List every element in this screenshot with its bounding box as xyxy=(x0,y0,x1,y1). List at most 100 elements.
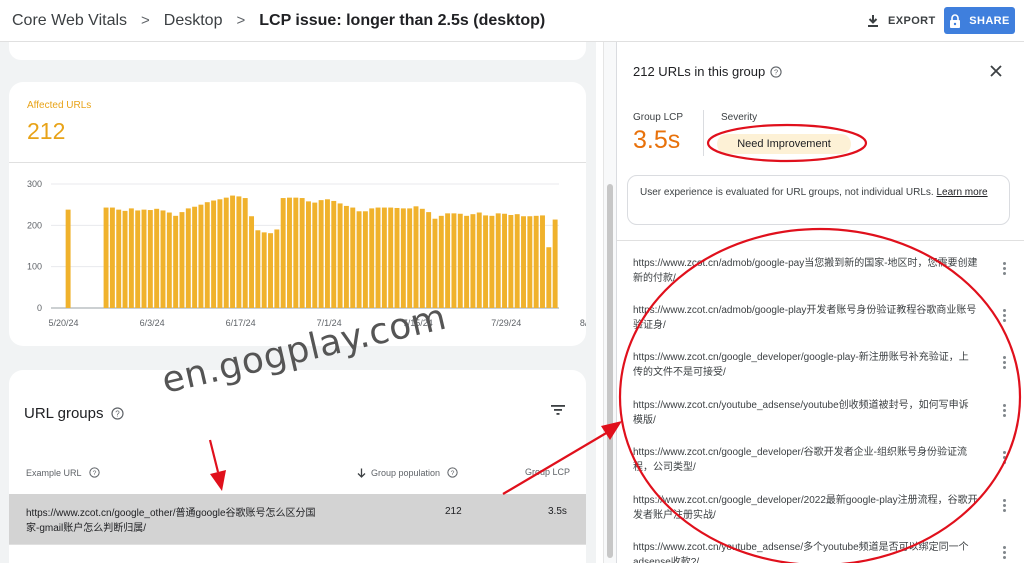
list-item[interactable]: https://www.zcot.cn/google_developer/谷歌开… xyxy=(633,445,978,475)
more-vert-icon[interactable] xyxy=(1003,404,1007,419)
chart-bar[interactable] xyxy=(407,208,413,308)
chart-bar[interactable] xyxy=(362,211,368,308)
chart-bar[interactable] xyxy=(413,206,419,308)
more-vert-icon[interactable] xyxy=(1003,546,1007,561)
chart-bar[interactable] xyxy=(287,197,292,308)
chart-bar[interactable] xyxy=(552,219,558,308)
chart-bar[interactable] xyxy=(527,216,533,308)
chart-bar[interactable] xyxy=(483,215,489,308)
chart-bar[interactable] xyxy=(451,213,457,308)
chart-bar[interactable] xyxy=(211,200,217,308)
chart-bar[interactable] xyxy=(489,215,495,308)
chart-bar[interactable] xyxy=(343,205,349,308)
chart-bar[interactable] xyxy=(230,195,236,308)
chart-bar[interactable] xyxy=(502,213,507,308)
help-circle-icon[interactable]: ? xyxy=(88,467,100,478)
chart-bar[interactable] xyxy=(457,213,463,308)
chart-bar[interactable] xyxy=(65,209,71,308)
chart-bar[interactable] xyxy=(369,208,375,308)
filter-icon[interactable] xyxy=(550,403,566,417)
list-item[interactable]: https://www.zcot.cn/admob/google-play开发者… xyxy=(633,303,978,333)
close-icon[interactable] xyxy=(989,64,1003,78)
chart-bar[interactable] xyxy=(204,202,210,308)
chart-bar[interactable] xyxy=(388,207,394,308)
share-button[interactable]: SHARE xyxy=(944,7,1015,34)
chart-bar[interactable] xyxy=(122,210,128,308)
list-item[interactable]: https://www.zcot.cn/youtube_adsense/多个yo… xyxy=(633,540,978,563)
chart-bar[interactable] xyxy=(324,199,330,308)
chart-bar[interactable] xyxy=(312,202,318,308)
more-vert-icon[interactable] xyxy=(1003,356,1007,371)
chart-bar[interactable] xyxy=(109,207,115,308)
chart-bar[interactable] xyxy=(464,215,470,308)
list-item[interactable]: https://www.zcot.cn/admob/google-pay当您搬到… xyxy=(633,256,978,286)
chart-bar[interactable] xyxy=(356,211,362,308)
chart-bar[interactable] xyxy=(141,209,147,308)
chart-bar[interactable] xyxy=(546,247,552,308)
chart-bar[interactable] xyxy=(154,208,160,308)
chart-bar[interactable] xyxy=(268,233,273,308)
chart-bar[interactable] xyxy=(116,209,122,308)
chart-bar[interactable] xyxy=(432,218,438,308)
chart-bar[interactable] xyxy=(419,208,425,308)
chart-bar[interactable] xyxy=(160,210,166,308)
chart-bar[interactable] xyxy=(217,199,223,308)
chart-bar[interactable] xyxy=(293,197,299,308)
list-item[interactable]: https://www.zcot.cn/google_developer/goo… xyxy=(633,350,978,380)
more-vert-icon[interactable] xyxy=(1003,451,1007,466)
table-row[interactable] xyxy=(9,544,586,563)
chart-bar[interactable] xyxy=(147,210,153,308)
column-header-group-population[interactable]: Group population ? xyxy=(357,467,463,478)
breadcrumb-desktop[interactable]: Desktop xyxy=(164,12,223,30)
list-item[interactable]: https://www.zcot.cn/google_developer/202… xyxy=(633,493,978,523)
chart-bar[interactable] xyxy=(299,198,305,308)
chart-bar[interactable] xyxy=(280,198,286,308)
chart-bar[interactable] xyxy=(198,204,204,308)
chart-bar[interactable] xyxy=(135,210,141,308)
chart-bar[interactable] xyxy=(508,215,514,308)
more-vert-icon[interactable] xyxy=(1003,262,1007,277)
chart-bar[interactable] xyxy=(426,212,432,308)
chart-bar[interactable] xyxy=(533,215,539,308)
scrollbar[interactable] xyxy=(603,42,616,563)
chart-bar[interactable] xyxy=(438,215,444,308)
list-item[interactable]: https://www.zcot.cn/youtube_adsense/yout… xyxy=(633,398,978,428)
breadcrumb-core-web-vitals[interactable]: Core Web Vitals xyxy=(12,12,127,30)
table-row[interactable]: https://www.zcot.cn/google_other/普通googl… xyxy=(9,494,586,544)
more-vert-icon[interactable] xyxy=(1003,499,1007,514)
export-button[interactable]: EXPORT xyxy=(866,9,936,33)
chart-bar[interactable] xyxy=(166,212,172,308)
chart-bar[interactable] xyxy=(445,213,451,308)
chart-bar[interactable] xyxy=(337,203,343,308)
chart-bar[interactable] xyxy=(242,198,248,308)
chart-bar[interactable] xyxy=(173,215,179,308)
chart-bar[interactable] xyxy=(540,215,545,308)
chart-bar[interactable] xyxy=(476,212,482,308)
chart-bar[interactable] xyxy=(255,230,261,308)
help-circle-icon[interactable]: ? xyxy=(111,407,125,420)
help-circle-icon[interactable]: ? xyxy=(770,65,782,78)
more-vert-icon[interactable] xyxy=(1003,309,1007,324)
chart-bar[interactable] xyxy=(318,200,324,308)
chart-bar[interactable] xyxy=(375,207,381,308)
chart-bar[interactable] xyxy=(192,206,198,308)
chart-bar[interactable] xyxy=(236,196,242,308)
chart-bar[interactable] xyxy=(185,208,191,308)
chart-bar[interactable] xyxy=(470,214,476,308)
chart-bar[interactable] xyxy=(394,207,400,308)
chart-bar[interactable] xyxy=(103,207,109,308)
chart-bar[interactable] xyxy=(179,212,185,308)
chart-bar[interactable] xyxy=(249,216,255,308)
chart-bar[interactable] xyxy=(261,232,267,308)
chart-bar[interactable] xyxy=(514,214,520,308)
chart-bar[interactable] xyxy=(306,201,311,308)
help-circle-icon[interactable]: ? xyxy=(447,467,458,478)
chart-bar[interactable] xyxy=(331,200,337,308)
column-header-group-lcp[interactable]: Group LCP xyxy=(525,467,570,477)
chart-bar[interactable] xyxy=(400,208,406,308)
chart-bar[interactable] xyxy=(521,216,526,308)
scrollbar-thumb[interactable] xyxy=(607,184,613,558)
chart-bar[interactable] xyxy=(350,207,356,308)
chart-bar[interactable] xyxy=(274,229,280,308)
chart-bar[interactable] xyxy=(223,197,229,308)
